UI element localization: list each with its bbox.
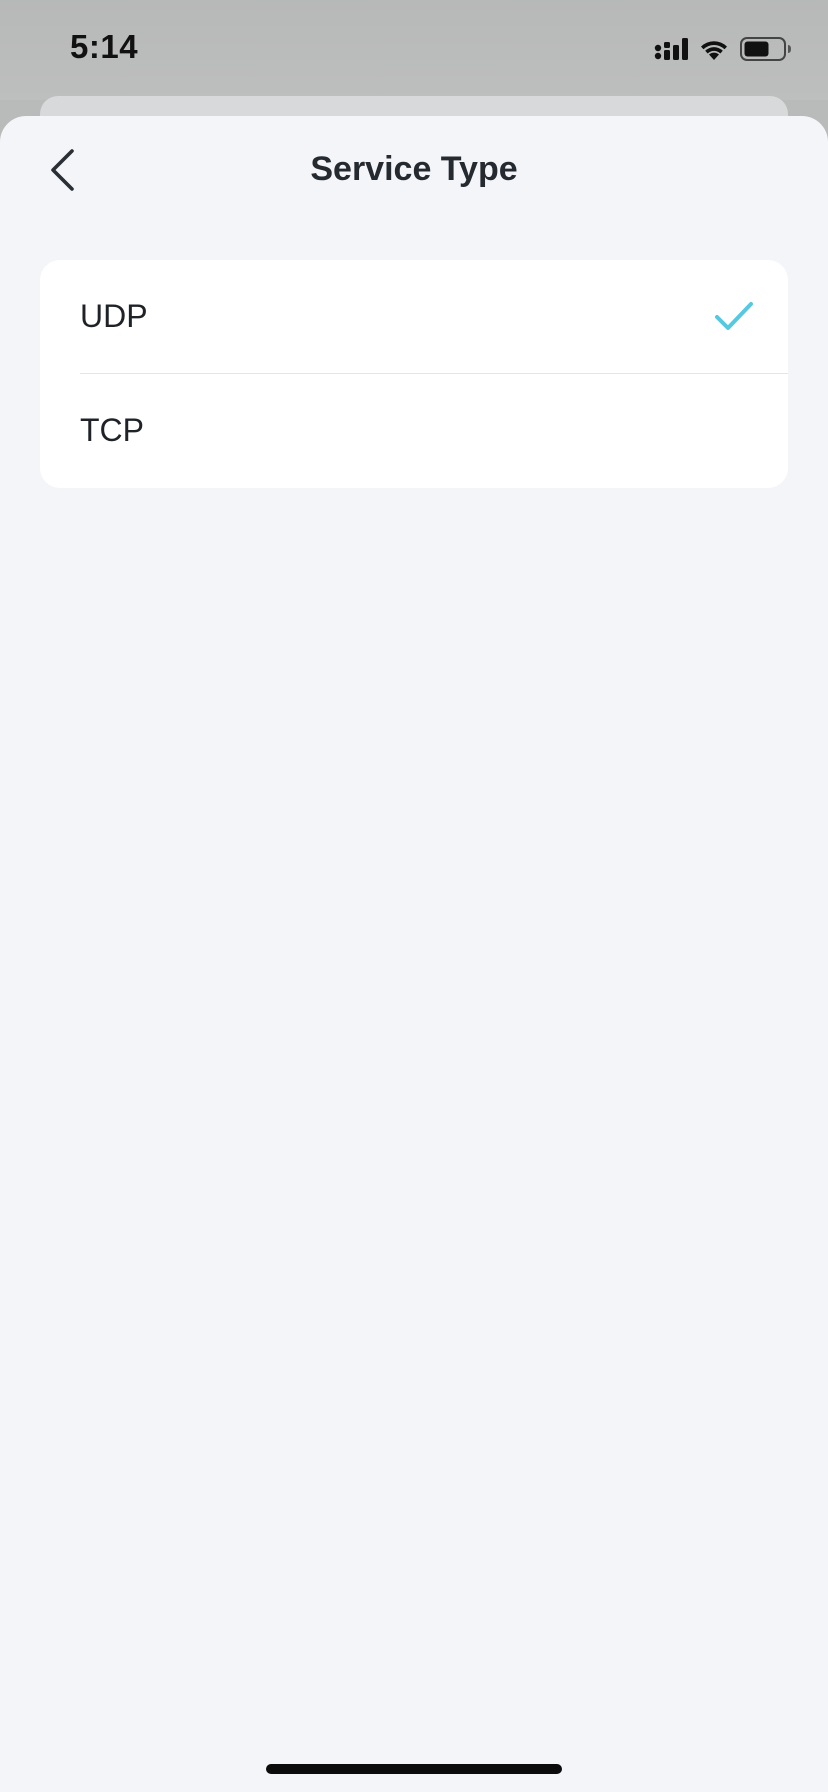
status-icons xyxy=(654,36,792,66)
status-time: 5:14 xyxy=(70,28,139,65)
battery-icon xyxy=(740,36,792,67)
option-label: UDP xyxy=(80,298,148,334)
option-tcp[interactable]: TCP xyxy=(80,373,788,487)
status-bar: 5:14 xyxy=(0,0,828,100)
page-title: Service Type xyxy=(310,150,518,188)
home-indicator xyxy=(266,1764,562,1774)
wifi-icon xyxy=(698,37,730,66)
option-udp[interactable]: UDP xyxy=(40,260,788,373)
option-label: TCP xyxy=(80,412,144,448)
modal-sheet: Service Type UDP TCP xyxy=(0,116,828,1792)
cellular-signal-icon xyxy=(654,37,688,66)
checkmark-icon xyxy=(714,299,754,335)
service-type-list: UDP TCP xyxy=(40,260,788,488)
navigation-bar: Service Type xyxy=(0,116,828,228)
